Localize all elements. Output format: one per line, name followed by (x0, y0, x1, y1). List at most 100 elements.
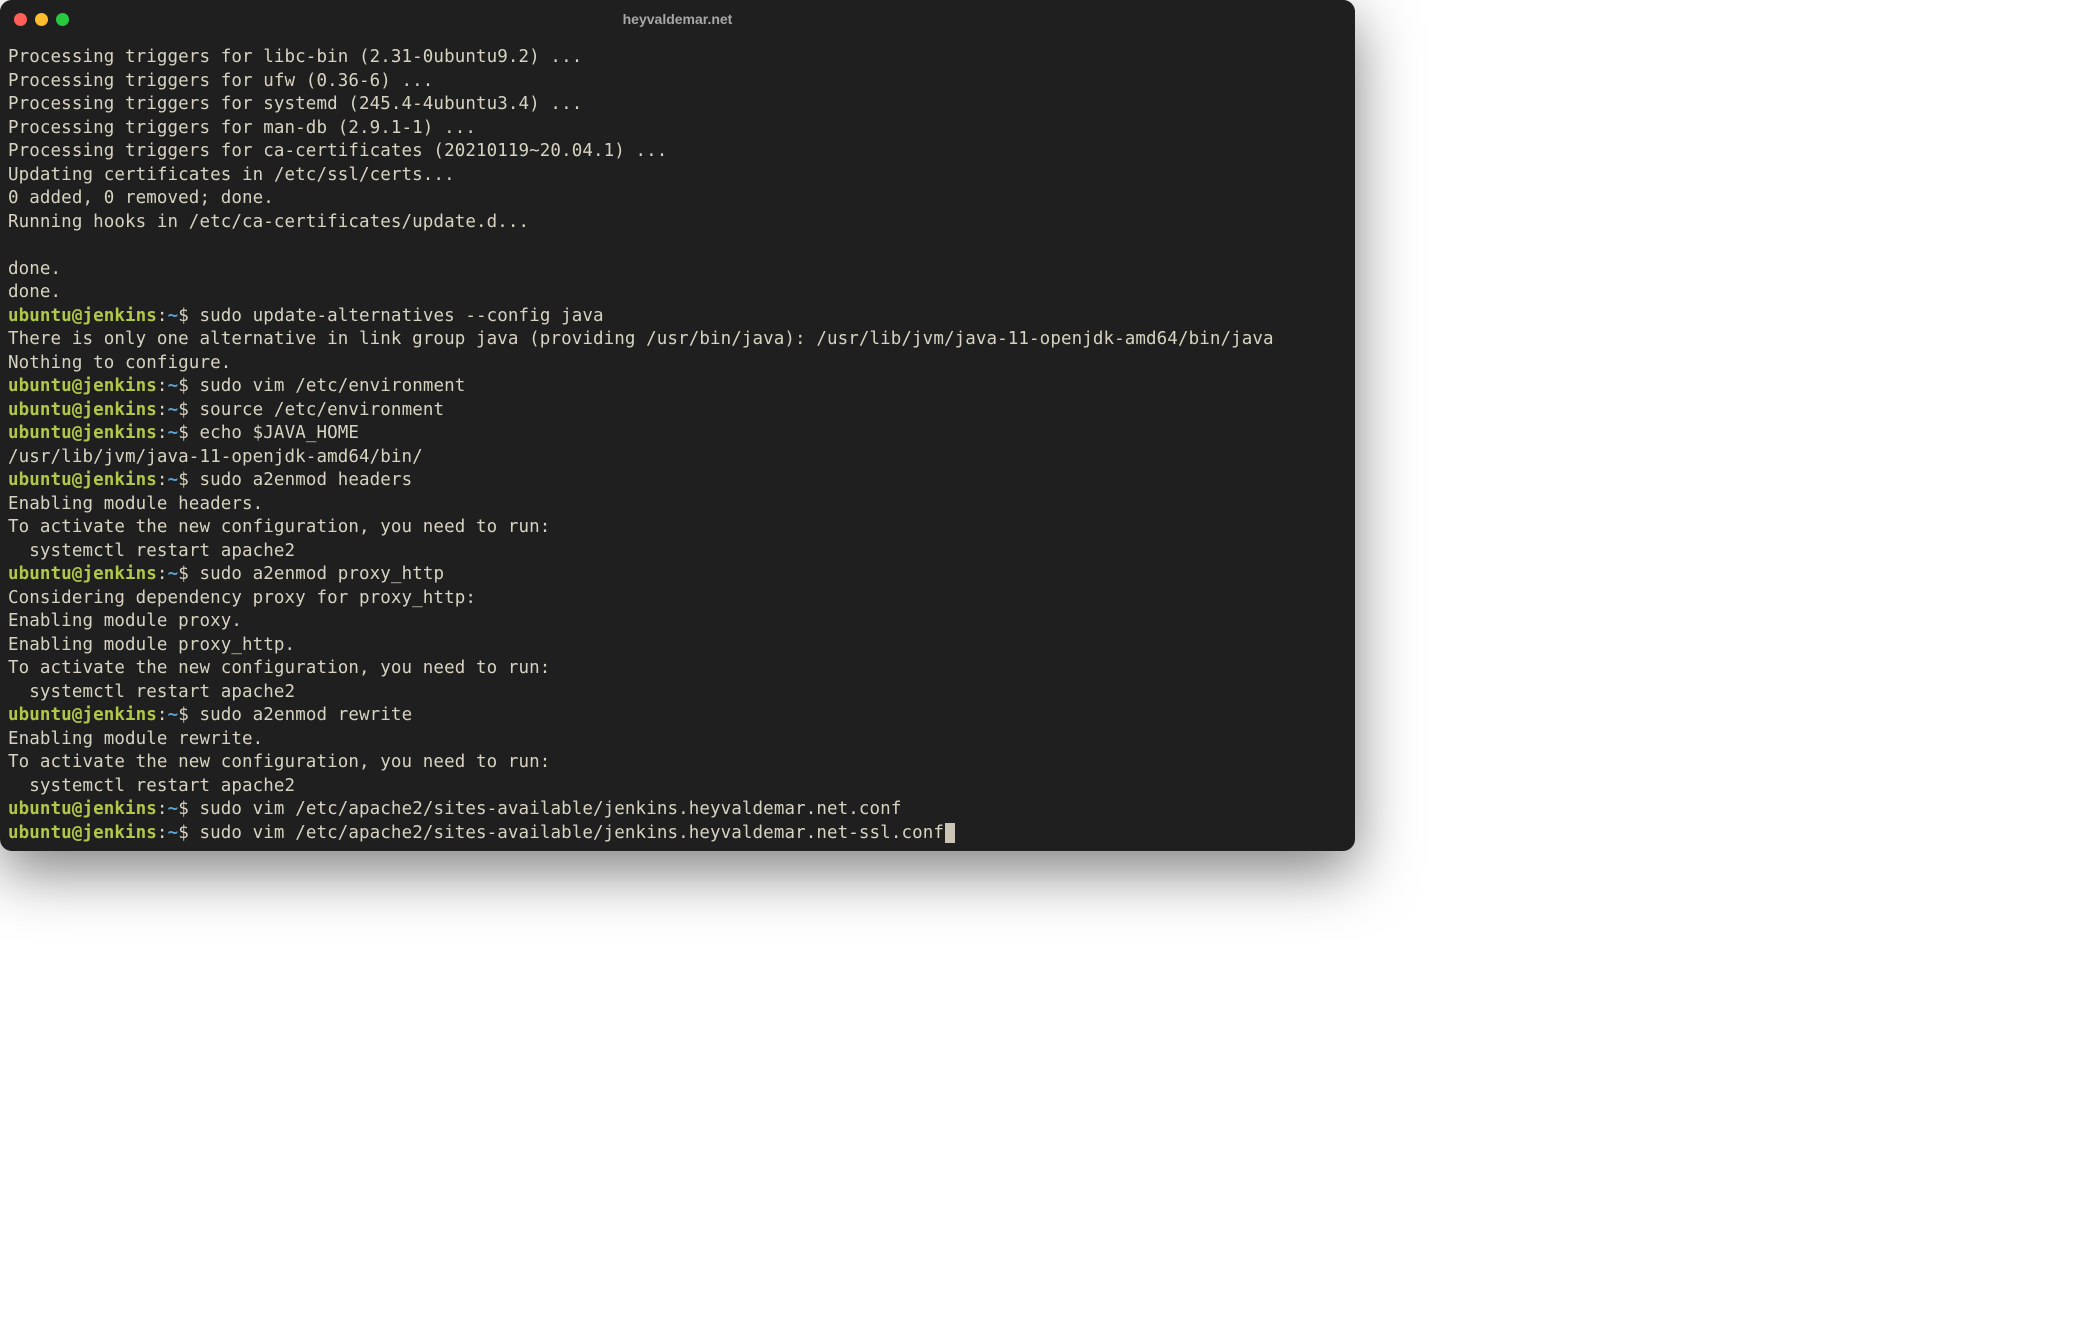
output-line: done. (8, 258, 1347, 282)
prompt-path: ~ (168, 705, 179, 725)
output-text: Processing triggers for systemd (245.4-4… (8, 94, 582, 114)
command-text: source /etc/environment (199, 400, 444, 420)
prompt-user: ubuntu (8, 823, 72, 843)
command-text: sudo a2enmod proxy_http (199, 564, 444, 584)
window-controls (14, 13, 69, 26)
command-line: ubuntu@jenkins:~$ source /etc/environmen… (8, 399, 1347, 423)
prompt-host: jenkins (82, 400, 156, 420)
output-text: done. (8, 282, 61, 302)
output-text: Enabling module headers. (8, 494, 263, 514)
terminal-window: heyvaldemar.net Processing triggers for … (0, 0, 1355, 851)
output-text: There is only one alternative in link gr… (8, 329, 1274, 349)
output-line: done. (8, 281, 1347, 305)
output-text: Considering dependency proxy for proxy_h… (8, 588, 476, 608)
prompt-symbol: $ (178, 799, 199, 819)
prompt-host: jenkins (82, 799, 156, 819)
prompt-colon: : (157, 564, 168, 584)
command-line: ubuntu@jenkins:~$ sudo vim /etc/environm… (8, 375, 1347, 399)
prompt-symbol: $ (178, 564, 199, 584)
prompt-symbol: $ (178, 470, 199, 490)
prompt-at: @ (72, 799, 83, 819)
prompt-host: jenkins (82, 423, 156, 443)
prompt-user: ubuntu (8, 306, 72, 326)
command-text: sudo a2enmod rewrite (199, 705, 412, 725)
prompt-path: ~ (168, 823, 179, 843)
output-line (8, 234, 1347, 258)
output-line: Processing triggers for systemd (245.4-4… (8, 93, 1347, 117)
prompt-user: ubuntu (8, 376, 72, 396)
zoom-icon[interactable] (56, 13, 69, 26)
prompt-host: jenkins (82, 823, 156, 843)
output-text: Enabling module proxy_http. (8, 635, 295, 655)
prompt-user: ubuntu (8, 400, 72, 420)
prompt-user: ubuntu (8, 564, 72, 584)
prompt-colon: : (157, 470, 168, 490)
terminal-output[interactable]: Processing triggers for libc-bin (2.31-0… (0, 38, 1355, 851)
titlebar[interactable]: heyvaldemar.net (0, 0, 1355, 38)
command-line: ubuntu@jenkins:~$ sudo a2enmod proxy_htt… (8, 563, 1347, 587)
output-line: Considering dependency proxy for proxy_h… (8, 587, 1347, 611)
output-line: Processing triggers for man-db (2.9.1-1)… (8, 117, 1347, 141)
minimize-icon[interactable] (35, 13, 48, 26)
output-line: Enabling module headers. (8, 493, 1347, 517)
prompt-user: ubuntu (8, 470, 72, 490)
command-line: ubuntu@jenkins:~$ sudo update-alternativ… (8, 305, 1347, 329)
prompt-path: ~ (168, 400, 179, 420)
command-text: sudo update-alternatives --config java (199, 306, 603, 326)
prompt-at: @ (72, 470, 83, 490)
prompt-host: jenkins (82, 705, 156, 725)
output-text: To activate the new configuration, you n… (8, 517, 550, 537)
close-icon[interactable] (14, 13, 27, 26)
prompt-at: @ (72, 705, 83, 725)
prompt-host: jenkins (82, 470, 156, 490)
command-text: sudo a2enmod headers (199, 470, 412, 490)
command-line: ubuntu@jenkins:~$ sudo a2enmod headers (8, 469, 1347, 493)
command-line: ubuntu@jenkins:~$ sudo vim /etc/apache2/… (8, 822, 1347, 846)
prompt-at: @ (72, 564, 83, 584)
output-line: /usr/lib/jvm/java-11-openjdk-amd64/bin/ (8, 446, 1347, 470)
output-text: systemctl restart apache2 (8, 776, 295, 796)
output-line: Processing triggers for libc-bin (2.31-0… (8, 46, 1347, 70)
output-text: Running hooks in /etc/ca-certificates/up… (8, 212, 529, 232)
output-text: /usr/lib/jvm/java-11-openjdk-amd64/bin/ (8, 447, 423, 467)
command-line: ubuntu@jenkins:~$ sudo a2enmod rewrite (8, 704, 1347, 728)
command-text: echo $JAVA_HOME (199, 423, 359, 443)
output-line: There is only one alternative in link gr… (8, 328, 1347, 352)
window-title: heyvaldemar.net (0, 11, 1355, 27)
prompt-colon: : (157, 423, 168, 443)
output-line: To activate the new configuration, you n… (8, 751, 1347, 775)
prompt-path: ~ (168, 423, 179, 443)
output-line: To activate the new configuration, you n… (8, 657, 1347, 681)
prompt-at: @ (72, 823, 83, 843)
output-line: systemctl restart apache2 (8, 681, 1347, 705)
prompt-colon: : (157, 306, 168, 326)
prompt-path: ~ (168, 376, 179, 396)
output-text: systemctl restart apache2 (8, 682, 295, 702)
prompt-user: ubuntu (8, 423, 72, 443)
prompt-at: @ (72, 306, 83, 326)
output-line: systemctl restart apache2 (8, 540, 1347, 564)
command-text: sudo vim /etc/apache2/sites-available/je… (199, 799, 901, 819)
prompt-symbol: $ (178, 423, 199, 443)
prompt-at: @ (72, 400, 83, 420)
prompt-colon: : (157, 799, 168, 819)
prompt-colon: : (157, 823, 168, 843)
prompt-symbol: $ (178, 306, 199, 326)
output-line: Processing triggers for ca-certificates … (8, 140, 1347, 164)
prompt-path: ~ (168, 470, 179, 490)
prompt-at: @ (72, 423, 83, 443)
prompt-colon: : (157, 705, 168, 725)
output-line: Processing triggers for ufw (0.36-6) ... (8, 70, 1347, 94)
prompt-user: ubuntu (8, 705, 72, 725)
command-line: ubuntu@jenkins:~$ echo $JAVA_HOME (8, 422, 1347, 446)
prompt-colon: : (157, 400, 168, 420)
output-line: Nothing to configure. (8, 352, 1347, 376)
prompt-at: @ (72, 376, 83, 396)
output-text: Updating certificates in /etc/ssl/certs.… (8, 165, 455, 185)
output-line: Updating certificates in /etc/ssl/certs.… (8, 164, 1347, 188)
prompt-symbol: $ (178, 823, 199, 843)
output-line: To activate the new configuration, you n… (8, 516, 1347, 540)
prompt-symbol: $ (178, 376, 199, 396)
output-line: Running hooks in /etc/ca-certificates/up… (8, 211, 1347, 235)
output-text: To activate the new configuration, you n… (8, 658, 550, 678)
